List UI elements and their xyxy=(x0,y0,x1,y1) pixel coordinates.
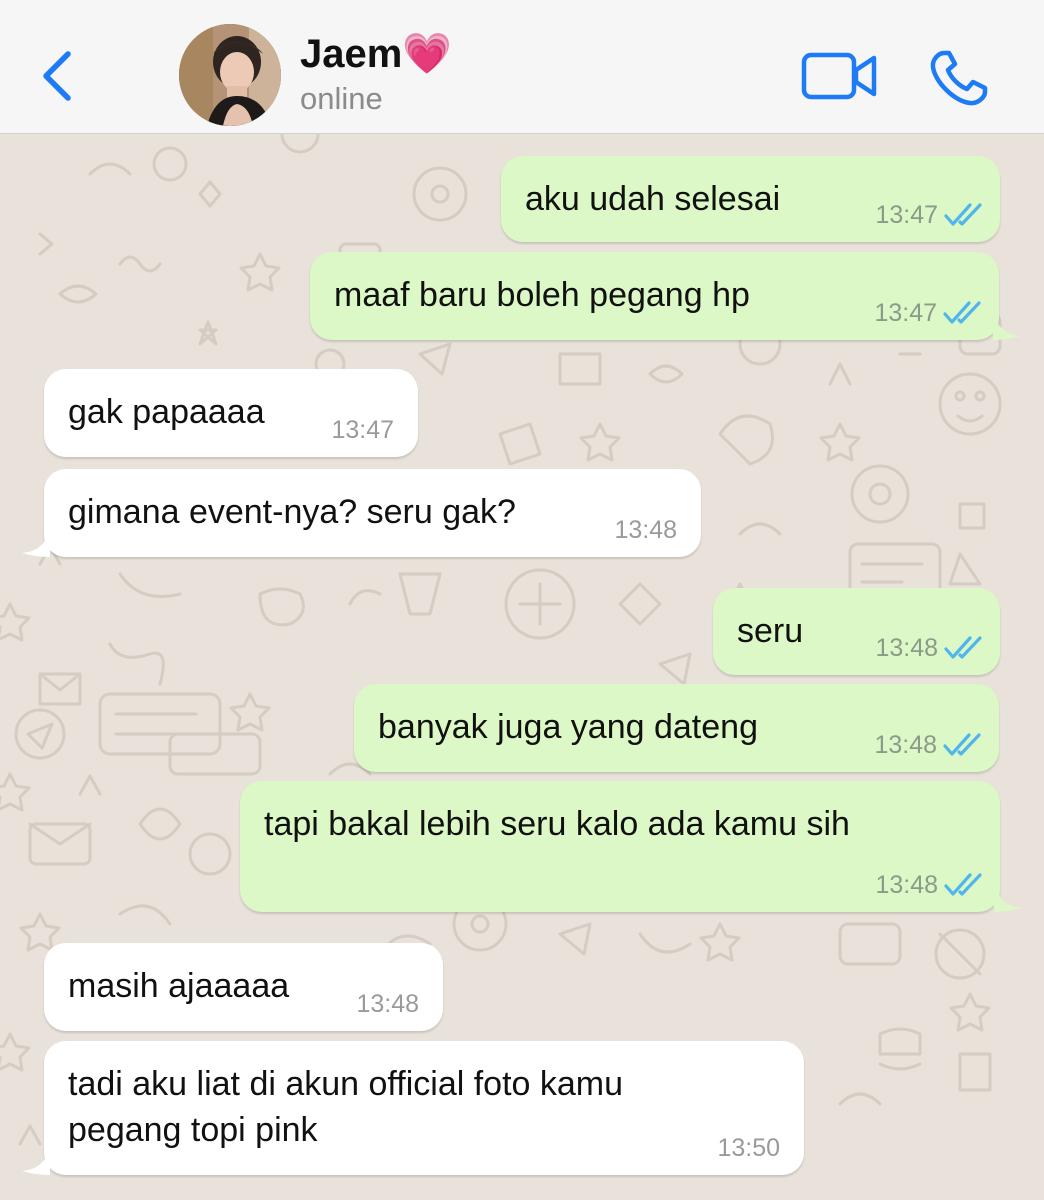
contact-status: online xyxy=(300,81,383,116)
double-check-icon xyxy=(943,733,981,756)
message-time: 13:47 xyxy=(875,200,938,229)
message-text: banyak juga yang dateng xyxy=(378,708,758,746)
double-check-icon xyxy=(943,301,981,324)
outgoing-message-bubble[interactable]: maaf baru boleh pegang hp 13:47 xyxy=(310,252,1021,340)
incoming-message-bubble[interactable]: gak papaaaa 13:47 xyxy=(44,369,418,457)
double-check-icon xyxy=(944,203,982,226)
message-meta: 13:48 xyxy=(614,515,677,545)
message-meta: 13:47 xyxy=(331,415,394,445)
message-time: 13:47 xyxy=(874,298,937,327)
incoming-message-bubble[interactable]: gimana event-nya? seru gak? 13:48 xyxy=(22,469,701,557)
message-text: masih ajaaaaa xyxy=(68,967,290,1005)
back-button[interactable] xyxy=(38,46,78,106)
message-time: 13:48 xyxy=(614,515,677,544)
voice-call-button[interactable] xyxy=(928,48,990,108)
bubble-tail xyxy=(22,1145,50,1175)
message-text: maaf baru boleh pegang hp xyxy=(334,276,750,314)
bubble-tail xyxy=(994,882,1022,912)
message-text: tapi bakal lebih seru kalo ada kamu sih xyxy=(264,805,850,843)
message-meta: 13:48 xyxy=(874,730,987,760)
incoming-message-bubble[interactable]: masih ajaaaaa 13:48 xyxy=(44,943,443,1031)
message-text: aku udah selesai xyxy=(525,180,781,218)
contact-info[interactable]: Jaem💗 online xyxy=(300,28,720,118)
contact-name-text: Jaem xyxy=(300,32,403,76)
video-camera-icon xyxy=(801,52,877,100)
message-time: 13:50 xyxy=(717,1133,780,1162)
avatar[interactable] xyxy=(179,24,281,126)
outgoing-message-bubble[interactable]: banyak juga yang dateng 13:48 xyxy=(354,684,999,772)
message-text-line: tadi aku liat di akun official foto kamu xyxy=(68,1065,624,1103)
message-time: 13:48 xyxy=(356,989,419,1018)
video-call-button[interactable] xyxy=(800,50,880,102)
message-meta: 13:50 xyxy=(717,1133,780,1163)
message-meta: 13:47 xyxy=(874,298,987,328)
outgoing-message-bubble[interactable]: seru 13:48 xyxy=(713,588,1000,675)
message-text: gimana event-nya? seru gak? xyxy=(68,493,516,531)
chat-header: Jaem💗 online xyxy=(0,0,1044,134)
contact-name: Jaem💗 xyxy=(300,28,720,80)
message-time: 13:48 xyxy=(875,870,938,899)
message-text: tadi aku liat di akun official foto kamu… xyxy=(68,1061,623,1153)
message-meta: 13:48 xyxy=(356,989,419,1019)
chevron-left-icon xyxy=(43,51,71,101)
message-meta: 13:48 xyxy=(875,633,988,663)
pink-heart-emoji: 💗 xyxy=(402,32,453,76)
avatar-image xyxy=(179,24,281,126)
double-check-icon xyxy=(944,873,982,896)
bubble-tail xyxy=(22,527,50,557)
double-check-icon xyxy=(944,636,982,659)
message-time: 13:48 xyxy=(874,730,937,759)
incoming-message-bubble[interactable]: tadi aku liat di akun official foto kamu… xyxy=(22,1041,804,1175)
message-meta: 13:48 xyxy=(875,870,988,900)
message-text-line: pegang topi pink xyxy=(68,1111,318,1149)
message-time: 13:47 xyxy=(331,415,394,444)
message-text: seru xyxy=(737,612,804,650)
bubble-tail xyxy=(993,310,1021,340)
chat-screen: Jaem💗 online aku udah selesai 13:47 maaf… xyxy=(0,0,1044,1200)
message-text: gak papaaaa xyxy=(68,393,265,431)
message-meta: 13:47 xyxy=(875,200,988,230)
phone-icon xyxy=(930,50,988,106)
outgoing-message-bubble[interactable]: aku udah selesai 13:47 xyxy=(501,156,1000,242)
message-time: 13:48 xyxy=(875,633,938,662)
outgoing-message-bubble[interactable]: tapi bakal lebih seru kalo ada kamu sih 1… xyxy=(240,781,1022,912)
chat-area[interactable]: aku udah selesai 13:47 maaf baru boleh peg… xyxy=(0,134,1044,1200)
